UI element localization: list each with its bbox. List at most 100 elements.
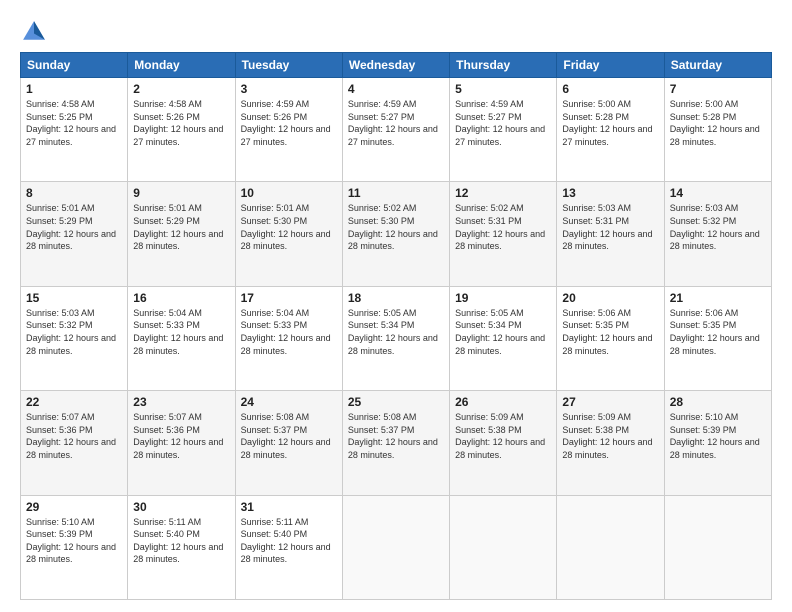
day-info: Sunrise: 5:03 AM Sunset: 5:32 PM Dayligh… [670,202,766,252]
calendar-day-header: Saturday [664,53,771,78]
day-number: 16 [133,291,229,305]
day-info: Sunrise: 4:59 AM Sunset: 5:27 PM Dayligh… [455,98,551,148]
calendar-day-cell: 11 Sunrise: 5:02 AM Sunset: 5:30 PM Dayl… [342,182,449,286]
day-info: Sunrise: 5:05 AM Sunset: 5:34 PM Dayligh… [348,307,444,357]
day-number: 13 [562,186,658,200]
calendar-day-cell: 31 Sunrise: 5:11 AM Sunset: 5:40 PM Dayl… [235,495,342,599]
day-info: Sunrise: 5:01 AM Sunset: 5:29 PM Dayligh… [26,202,122,252]
calendar-day-cell: 20 Sunrise: 5:06 AM Sunset: 5:35 PM Dayl… [557,286,664,390]
day-info: Sunrise: 5:03 AM Sunset: 5:32 PM Dayligh… [26,307,122,357]
calendar-day-cell: 18 Sunrise: 5:05 AM Sunset: 5:34 PM Dayl… [342,286,449,390]
page: SundayMondayTuesdayWednesdayThursdayFrid… [0,0,792,612]
calendar-day-cell: 26 Sunrise: 5:09 AM Sunset: 5:38 PM Dayl… [450,391,557,495]
calendar-day-cell: 22 Sunrise: 5:07 AM Sunset: 5:36 PM Dayl… [21,391,128,495]
day-number: 28 [670,395,766,409]
day-number: 20 [562,291,658,305]
day-number: 21 [670,291,766,305]
day-info: Sunrise: 4:58 AM Sunset: 5:26 PM Dayligh… [133,98,229,148]
logo [20,18,52,46]
day-number: 9 [133,186,229,200]
day-number: 19 [455,291,551,305]
calendar-day-cell: 24 Sunrise: 5:08 AM Sunset: 5:37 PM Dayl… [235,391,342,495]
calendar-header-row: SundayMondayTuesdayWednesdayThursdayFrid… [21,53,772,78]
calendar-day-header: Friday [557,53,664,78]
day-info: Sunrise: 4:59 AM Sunset: 5:26 PM Dayligh… [241,98,337,148]
calendar-day-cell [557,495,664,599]
day-info: Sunrise: 5:11 AM Sunset: 5:40 PM Dayligh… [133,516,229,566]
calendar-day-cell: 7 Sunrise: 5:00 AM Sunset: 5:28 PM Dayli… [664,78,771,182]
calendar-day-cell: 23 Sunrise: 5:07 AM Sunset: 5:36 PM Dayl… [128,391,235,495]
day-number: 10 [241,186,337,200]
day-info: Sunrise: 5:07 AM Sunset: 5:36 PM Dayligh… [26,411,122,461]
day-info: Sunrise: 5:06 AM Sunset: 5:35 PM Dayligh… [562,307,658,357]
calendar-week-row: 29 Sunrise: 5:10 AM Sunset: 5:39 PM Dayl… [21,495,772,599]
calendar-day-cell: 14 Sunrise: 5:03 AM Sunset: 5:32 PM Dayl… [664,182,771,286]
day-info: Sunrise: 5:01 AM Sunset: 5:29 PM Dayligh… [133,202,229,252]
calendar-day-cell: 1 Sunrise: 4:58 AM Sunset: 5:25 PM Dayli… [21,78,128,182]
day-number: 2 [133,82,229,96]
day-info: Sunrise: 5:03 AM Sunset: 5:31 PM Dayligh… [562,202,658,252]
calendar-day-cell: 30 Sunrise: 5:11 AM Sunset: 5:40 PM Dayl… [128,495,235,599]
calendar-table: SundayMondayTuesdayWednesdayThursdayFrid… [20,52,772,600]
day-number: 24 [241,395,337,409]
day-info: Sunrise: 5:10 AM Sunset: 5:39 PM Dayligh… [670,411,766,461]
day-info: Sunrise: 5:01 AM Sunset: 5:30 PM Dayligh… [241,202,337,252]
day-number: 25 [348,395,444,409]
calendar-day-cell [342,495,449,599]
calendar-day-cell: 3 Sunrise: 4:59 AM Sunset: 5:26 PM Dayli… [235,78,342,182]
day-number: 6 [562,82,658,96]
day-number: 27 [562,395,658,409]
day-info: Sunrise: 5:00 AM Sunset: 5:28 PM Dayligh… [562,98,658,148]
day-number: 15 [26,291,122,305]
day-info: Sunrise: 5:08 AM Sunset: 5:37 PM Dayligh… [241,411,337,461]
day-info: Sunrise: 5:08 AM Sunset: 5:37 PM Dayligh… [348,411,444,461]
calendar-day-cell: 15 Sunrise: 5:03 AM Sunset: 5:32 PM Dayl… [21,286,128,390]
day-info: Sunrise: 4:58 AM Sunset: 5:25 PM Dayligh… [26,98,122,148]
calendar-day-header: Sunday [21,53,128,78]
logo-icon [20,18,48,46]
calendar-day-cell: 13 Sunrise: 5:03 AM Sunset: 5:31 PM Dayl… [557,182,664,286]
day-info: Sunrise: 5:09 AM Sunset: 5:38 PM Dayligh… [455,411,551,461]
calendar-day-cell: 12 Sunrise: 5:02 AM Sunset: 5:31 PM Dayl… [450,182,557,286]
day-number: 11 [348,186,444,200]
day-info: Sunrise: 5:09 AM Sunset: 5:38 PM Dayligh… [562,411,658,461]
calendar-day-header: Thursday [450,53,557,78]
day-number: 29 [26,500,122,514]
day-info: Sunrise: 5:05 AM Sunset: 5:34 PM Dayligh… [455,307,551,357]
calendar-day-cell [450,495,557,599]
day-number: 7 [670,82,766,96]
day-info: Sunrise: 4:59 AM Sunset: 5:27 PM Dayligh… [348,98,444,148]
calendar-day-cell: 16 Sunrise: 5:04 AM Sunset: 5:33 PM Dayl… [128,286,235,390]
day-number: 18 [348,291,444,305]
day-number: 26 [455,395,551,409]
day-number: 22 [26,395,122,409]
calendar-day-header: Wednesday [342,53,449,78]
calendar-day-cell: 25 Sunrise: 5:08 AM Sunset: 5:37 PM Dayl… [342,391,449,495]
day-info: Sunrise: 5:02 AM Sunset: 5:30 PM Dayligh… [348,202,444,252]
calendar-week-row: 22 Sunrise: 5:07 AM Sunset: 5:36 PM Dayl… [21,391,772,495]
calendar-day-cell: 5 Sunrise: 4:59 AM Sunset: 5:27 PM Dayli… [450,78,557,182]
calendar-day-cell: 10 Sunrise: 5:01 AM Sunset: 5:30 PM Dayl… [235,182,342,286]
day-info: Sunrise: 5:06 AM Sunset: 5:35 PM Dayligh… [670,307,766,357]
day-number: 4 [348,82,444,96]
day-number: 5 [455,82,551,96]
calendar-day-cell: 2 Sunrise: 4:58 AM Sunset: 5:26 PM Dayli… [128,78,235,182]
calendar-day-cell: 21 Sunrise: 5:06 AM Sunset: 5:35 PM Dayl… [664,286,771,390]
day-number: 23 [133,395,229,409]
day-info: Sunrise: 5:07 AM Sunset: 5:36 PM Dayligh… [133,411,229,461]
calendar-week-row: 15 Sunrise: 5:03 AM Sunset: 5:32 PM Dayl… [21,286,772,390]
day-info: Sunrise: 5:02 AM Sunset: 5:31 PM Dayligh… [455,202,551,252]
day-number: 3 [241,82,337,96]
day-info: Sunrise: 5:04 AM Sunset: 5:33 PM Dayligh… [241,307,337,357]
day-number: 31 [241,500,337,514]
calendar-day-header: Tuesday [235,53,342,78]
day-number: 1 [26,82,122,96]
calendar-day-cell: 9 Sunrise: 5:01 AM Sunset: 5:29 PM Dayli… [128,182,235,286]
calendar-day-cell: 28 Sunrise: 5:10 AM Sunset: 5:39 PM Dayl… [664,391,771,495]
header [20,18,772,46]
day-number: 17 [241,291,337,305]
day-info: Sunrise: 5:00 AM Sunset: 5:28 PM Dayligh… [670,98,766,148]
day-number: 8 [26,186,122,200]
calendar-week-row: 1 Sunrise: 4:58 AM Sunset: 5:25 PM Dayli… [21,78,772,182]
day-number: 14 [670,186,766,200]
